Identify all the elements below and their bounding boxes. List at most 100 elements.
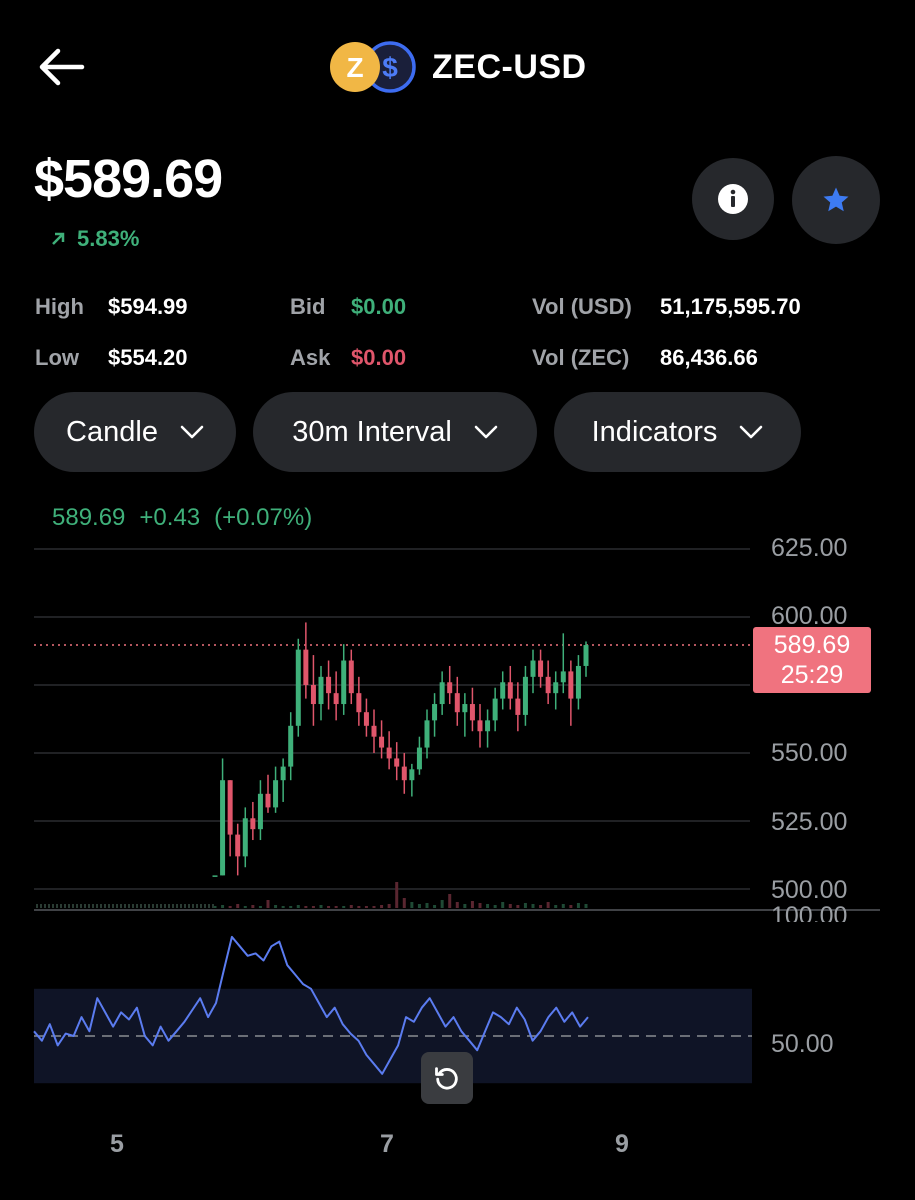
candle [227, 780, 233, 857]
candle [333, 671, 339, 721]
volume-bar [188, 904, 190, 908]
volume-bar [116, 904, 118, 908]
current-price: $589.69 [34, 149, 223, 209]
volume-bar [221, 905, 225, 908]
candle [507, 665, 513, 710]
candle [310, 655, 316, 726]
ask-label: Ask [290, 345, 331, 370]
chevron-down-icon [180, 425, 204, 439]
volume-bar [108, 904, 110, 908]
volume-bar [493, 905, 497, 908]
volume-bar [60, 904, 62, 908]
readout-change: +0.43 [139, 504, 201, 531]
volume-bar [40, 904, 42, 908]
volume-bar [296, 905, 300, 908]
volume-bar [470, 901, 474, 908]
volume-bar [304, 906, 308, 908]
volume-bar [164, 904, 166, 908]
candle [371, 709, 377, 753]
candle [401, 753, 407, 794]
volume-bar [266, 900, 270, 908]
candle [363, 698, 369, 737]
volume-bar [124, 904, 126, 908]
bid-label: Bid [290, 294, 326, 319]
volume-bar [84, 904, 86, 908]
candle [295, 638, 301, 737]
volume-bar [200, 904, 202, 908]
volume-bar [584, 904, 588, 908]
chart-type-dropdown[interactable]: Candle [34, 392, 236, 472]
volume-bar [236, 904, 240, 908]
volume-bar [531, 904, 535, 908]
volume-bar [561, 904, 565, 908]
vol-zec-label: Vol (ZEC) [532, 345, 630, 370]
volume-bar [52, 904, 54, 908]
volume-bar [455, 902, 459, 908]
bid-value: $0.00 [351, 294, 407, 319]
ohlc-readout: 589.69 +0.43 (+0.07%) [52, 504, 326, 532]
volume-bar [334, 906, 338, 908]
volume-bar [204, 904, 206, 908]
readout-last: 589.69 [52, 504, 126, 531]
volume-bar [88, 904, 90, 908]
info-button[interactable] [692, 158, 774, 240]
candle [568, 660, 574, 726]
vol-usd-value: 51,175,595.70 [660, 294, 801, 319]
candle [530, 649, 536, 694]
chevron-down-icon [740, 425, 763, 439]
last-price-tag: 589.69 25:29 [753, 627, 871, 693]
volume-bar [243, 906, 247, 908]
volume-bar [180, 904, 182, 908]
volume-bar [569, 905, 573, 908]
candle [492, 687, 498, 732]
volume-bar [76, 904, 78, 908]
watchlist-button[interactable] [792, 156, 880, 244]
chart-type-label: Candle [66, 415, 158, 448]
y-tick-500: 500.00 [771, 876, 848, 904]
volume-bar [176, 904, 178, 908]
volume-bar [192, 904, 194, 908]
volume-bar [212, 904, 214, 908]
candle [273, 766, 279, 813]
volume-bar [184, 904, 186, 908]
volume-bar [136, 904, 138, 908]
volume-bar [342, 906, 346, 908]
candle [522, 665, 528, 726]
volume-bar [132, 904, 134, 908]
volume-bar [501, 902, 505, 908]
candle-countdown: 25:29 [780, 661, 844, 689]
candle [288, 712, 294, 781]
last-price-tag-value: 589.69 [773, 631, 851, 659]
candle [454, 676, 460, 726]
volume-bar [144, 904, 146, 908]
volume-bar [208, 904, 210, 908]
price-change-percent: 5.83% [77, 226, 140, 251]
volume-bar [72, 904, 74, 908]
volume-bar [80, 904, 82, 908]
rsi-tick-50: 50.00 [771, 1030, 834, 1058]
rotate-ccw-icon [435, 1067, 458, 1090]
volume-bar [372, 906, 376, 908]
candle [432, 693, 438, 737]
volume-bar [112, 904, 114, 908]
volume-bar [196, 904, 198, 908]
volume-bar [478, 903, 482, 908]
y-tick-625: 625.00 [771, 534, 848, 562]
interval-label: 30m Interval [292, 415, 452, 448]
volume-bar [274, 905, 278, 908]
interval-dropdown[interactable]: 30m Interval [253, 392, 537, 472]
volume-bar [448, 894, 452, 908]
volume-bar [104, 904, 106, 908]
candle [560, 633, 566, 694]
volume-bar [148, 904, 150, 908]
svg-text:Z: Z [346, 52, 363, 83]
volume-bar [44, 904, 46, 908]
back-button[interactable] [36, 44, 86, 90]
indicators-dropdown[interactable]: Indicators [554, 392, 801, 472]
volume-bar [546, 902, 550, 908]
volume-bar [120, 904, 122, 908]
volume-bar [152, 904, 154, 908]
volume-bar [128, 904, 130, 908]
candle [583, 641, 589, 677]
reset-chart-button[interactable] [421, 1052, 473, 1104]
